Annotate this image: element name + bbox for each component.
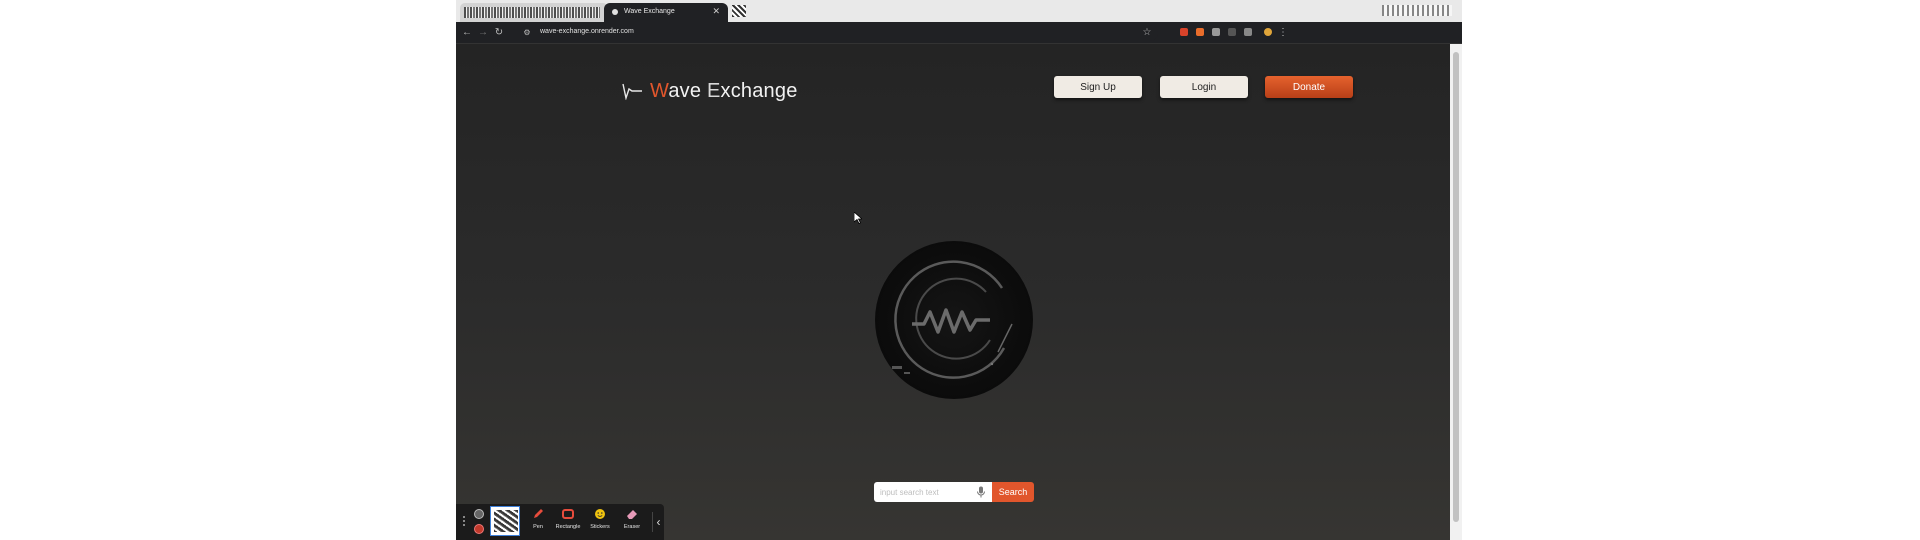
browser-toolbar: ← → ↻ ⚙ wave-exchange.onrender.com ☆ ⋮	[456, 22, 1462, 44]
extension-icon[interactable]	[1228, 28, 1236, 36]
wave-logo-icon	[622, 83, 642, 100]
annotation-toolbar: Pen Rectangle Stickers Eraser ‹	[456, 504, 664, 540]
window-controls[interactable]	[1382, 5, 1452, 16]
tool-rectangle[interactable]: Rectangle	[554, 508, 582, 530]
tool-pen[interactable]: Pen	[524, 508, 552, 530]
signup-button[interactable]: Sign Up	[1054, 76, 1142, 98]
site-logo[interactable]: Wave Exchange	[622, 78, 798, 104]
tool-eraser[interactable]: Eraser	[618, 508, 646, 530]
search-button[interactable]: Search	[992, 482, 1034, 502]
donate-button[interactable]: Donate	[1265, 76, 1353, 98]
extension-icon[interactable]	[1196, 28, 1204, 36]
tab-inactive[interactable]	[460, 3, 608, 22]
pen-icon	[524, 508, 552, 522]
profile-avatar[interactable]	[1264, 28, 1272, 36]
menu-icon[interactable]: ⋮	[1276, 26, 1290, 40]
search-input[interactable]	[874, 482, 992, 502]
tab-active[interactable]: Wave Exchange ✕	[604, 3, 728, 22]
wave-emblem-logo	[875, 241, 1033, 399]
scrollbar-thumb[interactable]	[1453, 52, 1459, 522]
close-tab-icon[interactable]: ✕	[712, 6, 720, 17]
tool-stickers[interactable]: Stickers	[586, 508, 614, 530]
sticker-icon	[586, 508, 614, 522]
favicon-icon	[612, 9, 618, 15]
page-scrollbar[interactable]	[1450, 44, 1462, 540]
login-button[interactable]: Login	[1160, 76, 1248, 98]
forward-icon[interactable]: →	[476, 26, 490, 40]
screenshot-thumbnail[interactable]	[490, 506, 520, 536]
mouse-cursor-icon	[854, 212, 862, 224]
tab-title: Wave Exchange	[624, 8, 675, 15]
new-tab-button[interactable]	[732, 5, 746, 17]
extension-icon[interactable]	[1180, 28, 1188, 36]
collapse-toolbar-icon[interactable]: ‹	[652, 512, 664, 532]
back-icon[interactable]: ←	[460, 26, 474, 40]
bookmark-star-icon[interactable]: ☆	[1140, 26, 1154, 40]
record-icon[interactable]	[474, 524, 484, 534]
search-bar: Search	[874, 482, 1034, 502]
rectangle-icon	[554, 508, 582, 522]
eraser-icon	[618, 508, 646, 522]
microphone-icon[interactable]	[976, 486, 986, 498]
url-text[interactable]: wave-exchange.onrender.com	[540, 28, 634, 35]
settings-dot-icon[interactable]	[474, 509, 484, 519]
browser-window: Wave Exchange ✕ ← → ↻ ⚙ wave-exchange.on…	[456, 0, 1462, 540]
side-panel-icon[interactable]	[1244, 28, 1252, 36]
extensions-puzzle-icon[interactable]	[1212, 28, 1220, 36]
reload-icon[interactable]: ↻	[492, 26, 506, 40]
page-viewport: Wave Exchange Sign Up Login Donate input…	[456, 44, 1450, 540]
site-info-icon[interactable]: ⚙	[520, 26, 534, 40]
drag-handle-icon[interactable]	[462, 515, 466, 527]
tab-strip: Wave Exchange ✕	[456, 0, 1462, 22]
site-title: Wave Exchange	[650, 79, 798, 102]
